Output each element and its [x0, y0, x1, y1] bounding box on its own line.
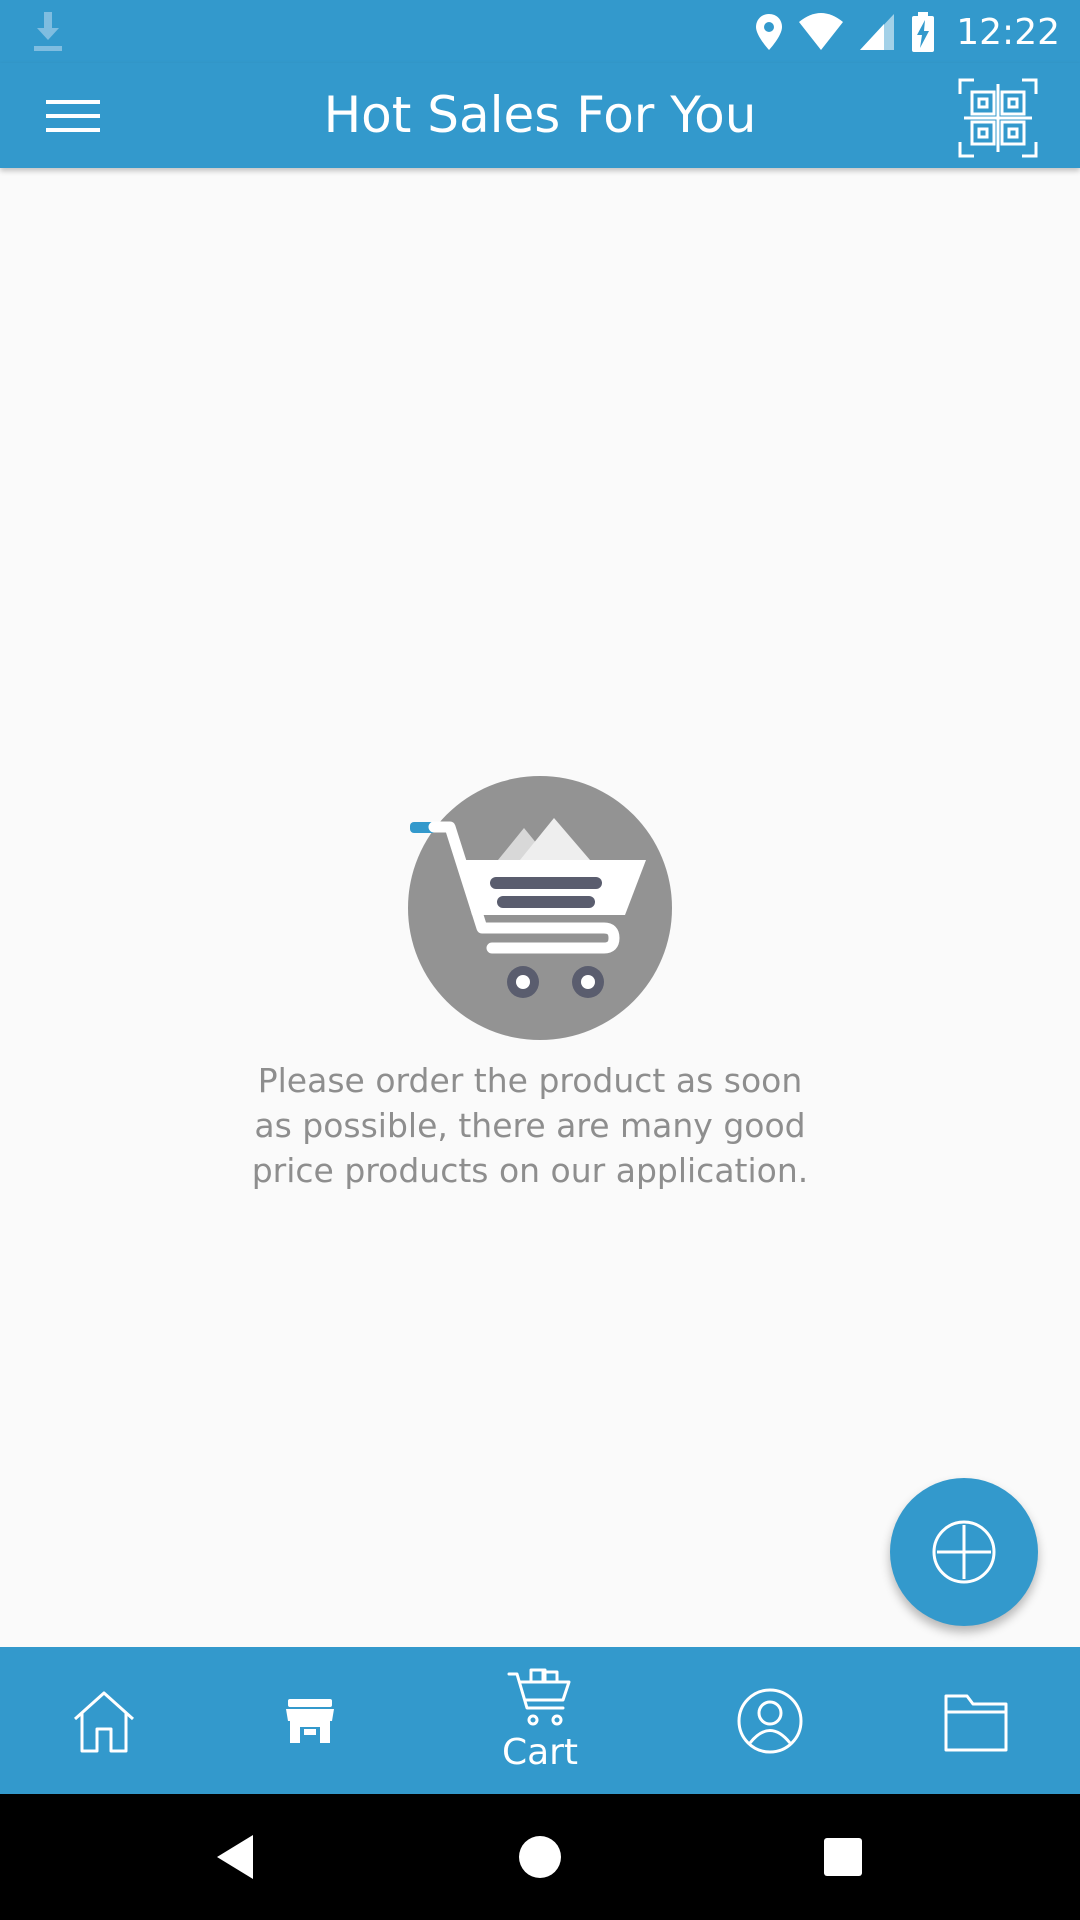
account-icon: [737, 1688, 803, 1753]
bottom-nav: Cart: [0, 1647, 1080, 1794]
add-fab-button[interactable]: [890, 1478, 1038, 1626]
app-bar: Hot Sales For You: [0, 63, 1080, 168]
location-icon: [756, 14, 783, 50]
nav-item-account[interactable]: [730, 1647, 810, 1794]
status-time: 12:22: [956, 11, 1060, 53]
download-icon: [34, 12, 62, 51]
home-circle-icon: [519, 1836, 561, 1878]
shopping-cart-icon: [408, 776, 672, 1040]
empty-state-message: Please order the product as soon as poss…: [251, 1061, 809, 1190]
status-bar: 12:22: [0, 0, 1080, 63]
signal-icon: [860, 14, 895, 50]
system-nav-bar: [0, 1794, 1080, 1920]
home-button[interactable]: [485, 1794, 595, 1920]
status-icons: 12:22: [754, 8, 1060, 56]
screen: 12:22 Hot Sales For You Please order the…: [0, 0, 1080, 1920]
recents-button[interactable]: [788, 1794, 898, 1920]
qr-code-icon[interactable]: [958, 78, 1038, 158]
cart-icon: [507, 1668, 571, 1726]
nav-item-home[interactable]: [64, 1647, 144, 1794]
add-circle-icon: [932, 1520, 996, 1584]
hamburger-menu-icon[interactable]: [40, 89, 106, 143]
folder-icon: [944, 1694, 1008, 1751]
back-icon: [217, 1835, 253, 1879]
store-icon: [286, 1698, 334, 1743]
nav-label-cart: Cart: [501, 1732, 579, 1773]
nav-item-cart[interactable]: Cart: [480, 1647, 600, 1794]
back-button[interactable]: [180, 1794, 290, 1920]
recents-icon: [824, 1838, 862, 1876]
wifi-icon: [799, 13, 844, 50]
battery-charging-icon: [912, 12, 935, 52]
home-icon: [73, 1691, 135, 1752]
nav-item-folder[interactable]: [936, 1647, 1016, 1794]
page-title: Hot Sales For You: [323, 86, 757, 144]
nav-item-store[interactable]: [270, 1647, 350, 1794]
